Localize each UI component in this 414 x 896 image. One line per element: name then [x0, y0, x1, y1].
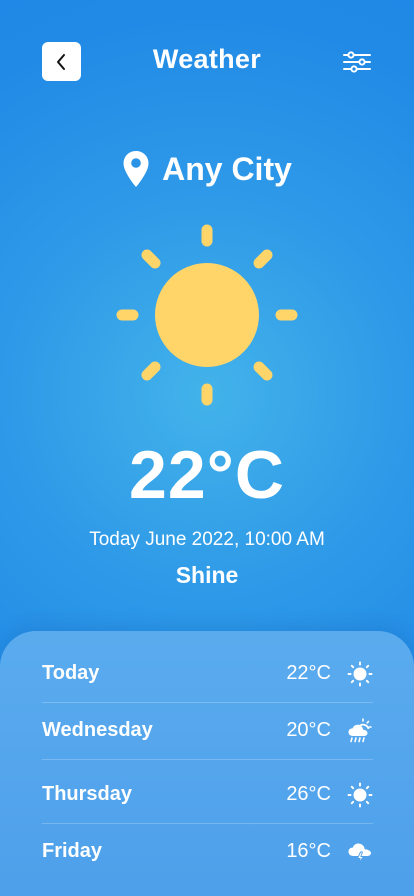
forecast-day: Wednesday [42, 719, 153, 741]
forecast-day: Thursday [42, 783, 133, 805]
sun-icon [347, 782, 373, 808]
forecast-temp: 20°C [286, 719, 331, 741]
forecast-temp: 26°C [286, 783, 331, 805]
forecast-row-wednesday[interactable]: Wednesday 20°C [42, 702, 373, 759]
location[interactable]: Any City [0, 150, 414, 188]
location-name: Any City [162, 150, 292, 187]
forecast-row-today[interactable]: Today 22°C [42, 645, 373, 702]
current-condition: Shine [175, 562, 239, 588]
sun-icon [347, 661, 373, 687]
forecast-day: Today [42, 662, 100, 684]
sliders-icon [343, 51, 371, 73]
rain-cloud-icon [347, 717, 373, 744]
current-datetime: Today June 2022, 10:00 AM [89, 529, 325, 550]
storm-cloud-icon [347, 839, 373, 865]
weather-screen: Weather Any City 22°C Today June 2022, 1… [0, 0, 414, 896]
forecast-temp: 22°C [286, 662, 331, 684]
forecast-panel: Today 22°C Wednesday 20°C Thursday 26°C … [0, 631, 414, 896]
location-pin-icon [123, 151, 149, 187]
settings-button[interactable] [342, 50, 372, 74]
forecast-day: Friday [42, 840, 103, 862]
sun-icon [112, 220, 302, 410]
divider [42, 759, 373, 760]
header: Weather [0, 42, 414, 82]
forecast-row-thursday[interactable]: Thursday 26°C [42, 766, 373, 823]
forecast-temp: 16°C [286, 840, 331, 862]
forecast-row-friday[interactable]: Friday 16°C [42, 823, 373, 880]
current-temperature: 22°C [129, 437, 285, 513]
